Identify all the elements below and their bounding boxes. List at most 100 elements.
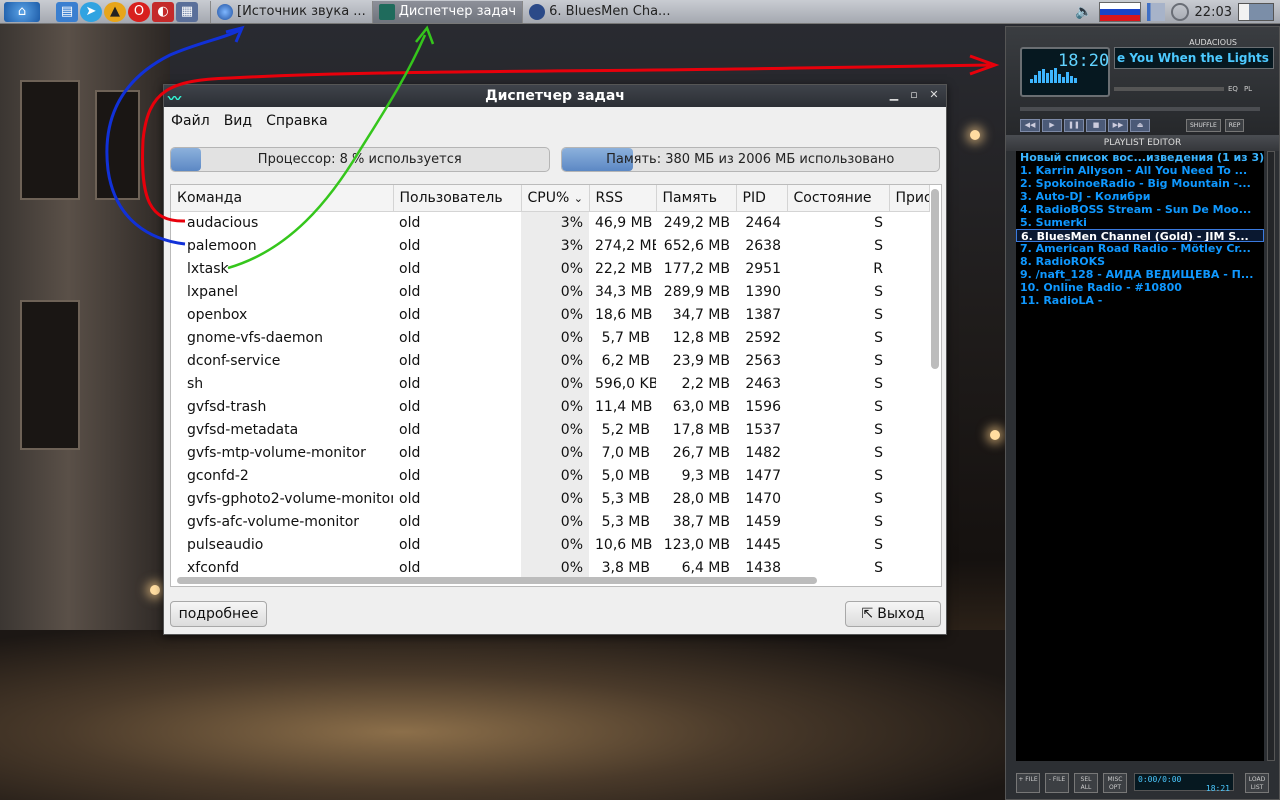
cell-cpu: 0% bbox=[521, 556, 589, 579]
table-row[interactable]: dconf-service old 0% 6,2 MB 23,9 MB 2563 S bbox=[171, 349, 929, 372]
taskbar-item-sound-source[interactable]: [Источник звука ... bbox=[210, 0, 372, 23]
playlist-item[interactable]: 5. Sumerki bbox=[1016, 216, 1264, 229]
playlist-item[interactable]: 10. Online Radio - #10800 bbox=[1016, 281, 1264, 294]
cell-memory: 34,7 MB bbox=[672, 306, 730, 323]
column-state[interactable]: Состояние bbox=[787, 185, 890, 212]
table-row[interactable]: gvfsd-trash old 0% 11,4 MB 63,0 MB 1596 S bbox=[171, 395, 929, 418]
shuffle-button[interactable]: SHUFFLE bbox=[1186, 119, 1221, 132]
playlist-item[interactable]: 7. American Road Radio - Mötley Cr... bbox=[1016, 242, 1264, 255]
cell-priority bbox=[889, 280, 929, 303]
seek-bar[interactable] bbox=[1020, 107, 1260, 111]
column-cpu[interactable]: CPU% ⌄ bbox=[521, 185, 590, 212]
table-row[interactable]: openbox old 0% 18,6 MB 34,7 MB 1387 S bbox=[171, 303, 929, 326]
remove-file-button[interactable]: - FILE bbox=[1045, 773, 1069, 793]
previous-button[interactable]: ◀◀ bbox=[1020, 119, 1040, 132]
table-row[interactable]: lxtask old 0% 22,2 MB 177,2 MB 2951 R bbox=[171, 257, 929, 280]
window-title: Диспетчер задач bbox=[485, 88, 625, 104]
opera-icon[interactable]: O bbox=[128, 1, 150, 22]
vlc-icon[interactable]: ▲ bbox=[104, 1, 126, 22]
cell-memory: 17,8 MB bbox=[672, 421, 730, 438]
playlist-item[interactable]: 6. BluesMen Channel (Gold) - JIM S... bbox=[1016, 229, 1264, 242]
cell-state: S bbox=[874, 306, 883, 323]
cell-memory: 2,2 MB bbox=[681, 375, 730, 392]
playlist-item[interactable]: 9. /naft_128 - АИДА ВЕДИЩЕВА - П... bbox=[1016, 268, 1264, 281]
misc-options-button[interactable]: MISC OPT bbox=[1103, 773, 1127, 793]
table-row[interactable]: gvfs-mtp-volume-monitor old 0% 7,0 MB 26,7 M… bbox=[171, 441, 929, 464]
table-row[interactable]: sh old 0% 596,0 KB 2,2 MB 2463 S bbox=[171, 372, 929, 395]
playlist-item[interactable]: 3. Auto-DJ - Колибри bbox=[1016, 190, 1264, 203]
playlist-item[interactable]: 11. RadioLA - bbox=[1016, 294, 1264, 307]
table-row[interactable]: palemoon old 3% 274,2 MB 652,6 MB 2638 S bbox=[171, 234, 929, 257]
table-row[interactable]: gvfs-gphoto2-volume-monitor old 0% 5,3 MB 28… bbox=[171, 487, 929, 510]
battery-icon[interactable] bbox=[1238, 3, 1274, 21]
table-row[interactable]: gvfsd-metadata old 0% 5,2 MB 17,8 MB 1537 S bbox=[171, 418, 929, 441]
cell-user: old bbox=[399, 513, 421, 530]
minimize-icon[interactable]: ▁ bbox=[886, 87, 902, 103]
table-row[interactable]: gconfd-2 old 0% 5,0 MB 9,3 MB 1477 S bbox=[171, 464, 929, 487]
cell-command: gvfsd-metadata bbox=[187, 421, 299, 438]
column-rss[interactable]: RSS bbox=[589, 185, 657, 212]
app-icon[interactable]: ◐ bbox=[152, 1, 174, 22]
cell-memory: 23,9 MB bbox=[672, 352, 730, 369]
telegram-icon[interactable]: ➤ bbox=[80, 1, 102, 22]
column-memory[interactable]: Память bbox=[656, 185, 737, 212]
cell-memory: 249,2 MB bbox=[663, 214, 730, 231]
table-row[interactable]: gnome-vfs-daemon old 0% 5,7 MB 12,8 MB 2592 S bbox=[171, 326, 929, 349]
table-row[interactable]: pulseaudio old 0% 10,6 MB 123,0 MB 1445 S bbox=[171, 533, 929, 556]
window-titlebar[interactable]: 〰 Диспетчер задач ▁ ▫ ✕ bbox=[164, 85, 946, 107]
pl-toggle[interactable]: PL bbox=[1244, 85, 1252, 93]
main-menu-icon[interactable]: ⌂ bbox=[4, 1, 40, 22]
vertical-scrollbar[interactable] bbox=[931, 189, 939, 369]
cell-state: S bbox=[874, 559, 883, 576]
taskbar-item-task-manager[interactable]: Диспетчер задач bbox=[371, 0, 523, 23]
close-icon[interactable]: ✕ bbox=[926, 87, 942, 103]
mini-time-2: 18:21 bbox=[1205, 784, 1230, 793]
table-row[interactable]: audacious old 3% 46,9 MB 249,2 MB 2464 S bbox=[171, 211, 929, 234]
load-list-button[interactable]: LOAD LIST bbox=[1245, 773, 1269, 793]
cell-state: S bbox=[874, 444, 883, 461]
keyboard-layout-flag-icon[interactable] bbox=[1098, 2, 1141, 22]
network-icon[interactable] bbox=[1146, 3, 1165, 21]
cell-priority bbox=[889, 441, 929, 464]
playlist-item[interactable]: 1. Karrin Allyson - All You Need To ... bbox=[1016, 164, 1264, 177]
playlist-item[interactable]: 4. RadioBOSS Stream - Sun De Moo... bbox=[1016, 203, 1264, 216]
repeat-button[interactable]: REP bbox=[1224, 119, 1245, 132]
exit-button[interactable]: ⇱ Выход bbox=[845, 601, 941, 627]
screenshot-icon[interactable]: ▦ bbox=[176, 1, 198, 22]
eject-button[interactable]: ⏏ bbox=[1130, 119, 1150, 132]
volume-icon[interactable]: 🔈 bbox=[1075, 4, 1092, 20]
select-all-button[interactable]: SEL ALL bbox=[1074, 773, 1098, 793]
clock[interactable]: 22:03 bbox=[1195, 5, 1232, 20]
column-pid[interactable]: PID bbox=[736, 185, 788, 212]
volume-slider[interactable] bbox=[1114, 87, 1224, 91]
stop-button[interactable]: ■ bbox=[1086, 119, 1106, 132]
table-row[interactable]: xfconfd old 0% 3,8 MB 6,4 MB 1438 S bbox=[171, 556, 929, 579]
table-header: Команда Пользователь CPU% ⌄ RSS Память P… bbox=[171, 185, 930, 212]
taskbar-item-audacious[interactable]: 6. BluesMen Cha... bbox=[522, 0, 676, 23]
next-button[interactable]: ▶▶ bbox=[1108, 119, 1128, 132]
horizontal-scrollbar[interactable] bbox=[177, 577, 817, 584]
cell-command: xfconfd bbox=[187, 559, 240, 576]
table-row[interactable]: gvfs-afc-volume-monitor old 0% 5,3 MB 38,7 M… bbox=[171, 510, 929, 533]
column-user[interactable]: Пользователь bbox=[393, 185, 522, 212]
update-icon[interactable] bbox=[1170, 3, 1189, 21]
column-command[interactable]: Команда bbox=[171, 185, 394, 212]
pause-button[interactable]: ❚❚ bbox=[1064, 119, 1084, 132]
playlist-scrollbar[interactable] bbox=[1267, 151, 1275, 761]
menu-help[interactable]: Справка bbox=[266, 113, 328, 133]
cell-cpu: 0% bbox=[521, 280, 589, 303]
playlist-editor-header[interactable]: PLAYLIST EDITOR bbox=[1006, 135, 1279, 151]
playlist-item[interactable]: 8. RadioROKS bbox=[1016, 255, 1264, 268]
menu-view[interactable]: Вид bbox=[224, 113, 252, 133]
cell-user: old bbox=[399, 444, 421, 461]
table-row[interactable]: lxpanel old 0% 34,3 MB 289,9 MB 1390 S bbox=[171, 280, 929, 303]
menu-file[interactable]: Файл bbox=[171, 113, 210, 133]
playlist-item[interactable]: 2. SpokoinoeRadio - Big Mountain -... bbox=[1016, 177, 1264, 190]
add-file-button[interactable]: + FILE bbox=[1016, 773, 1040, 793]
file-manager-icon[interactable]: ▤ bbox=[56, 1, 78, 22]
column-priority[interactable]: Прио bbox=[889, 185, 930, 212]
details-button[interactable]: подробнее bbox=[170, 601, 267, 627]
maximize-icon[interactable]: ▫ bbox=[906, 87, 922, 103]
eq-toggle[interactable]: EQ bbox=[1228, 85, 1238, 93]
play-button[interactable]: ▶ bbox=[1042, 119, 1062, 132]
